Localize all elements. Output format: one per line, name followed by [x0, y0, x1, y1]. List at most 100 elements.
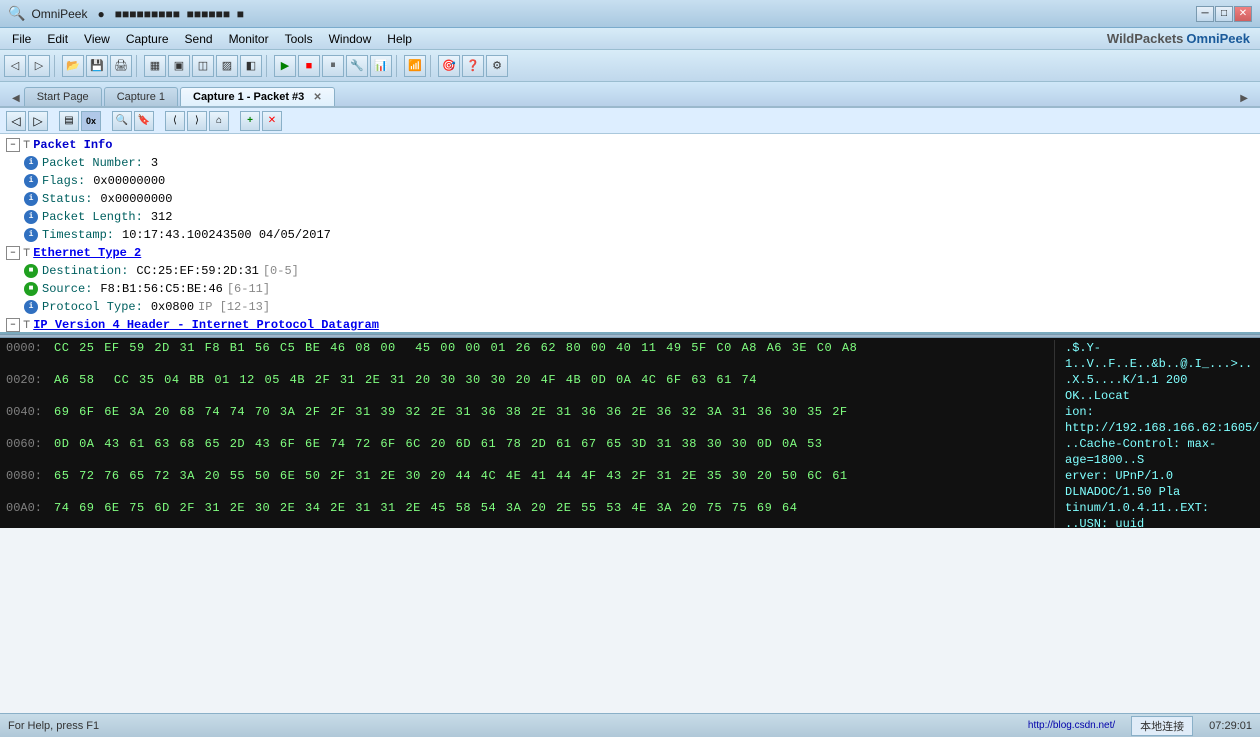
menu-edit[interactable]: Edit	[39, 30, 76, 48]
ip-header[interactable]: − ⊤ IP Version 4 Header - Internet Proto…	[2, 316, 1260, 334]
eth-dest-value: CC:25:EF:59:2D:31	[136, 263, 258, 279]
tb-pause-button[interactable]: ⏸	[322, 55, 344, 77]
tb-print-button[interactable]: 🖨	[110, 55, 132, 77]
tb-config-button[interactable]: ⚙	[486, 55, 508, 77]
ethernet-tree-icon: ⊤	[23, 245, 30, 261]
stb-tree-button[interactable]: ▤	[59, 111, 79, 131]
hex-bytes-00a0: 74 69 6E 75 6D 2F 31 2E 30 2E 34 2E 31 3…	[54, 500, 1054, 528]
hex-panel[interactable]: 0000: CC 25 EF 59 2D 31 F8 B1 56 C5 BE 4…	[0, 338, 1260, 528]
eth-dest-icon: ■	[24, 264, 38, 278]
hex-ascii-0060: ..Cache-Control: max-age=1800..S	[1054, 436, 1254, 468]
eth-proto-extra: IP [12-13]	[198, 299, 270, 315]
flags-icon: i	[24, 174, 38, 188]
stb-add-button[interactable]: +	[240, 111, 260, 131]
menu-window[interactable]: Window	[321, 30, 380, 48]
flags-label: Flags:	[42, 173, 85, 189]
tb-btn-1[interactable]: ▦	[144, 55, 166, 77]
menu-file[interactable]: File	[4, 30, 39, 48]
stb-del-button[interactable]: ✕	[262, 111, 282, 131]
stb-back-button[interactable]: ◁	[6, 111, 26, 131]
eth-proto-icon: i	[24, 300, 38, 314]
eth-src-extra: [6-11]	[227, 281, 270, 297]
menu-tools[interactable]: Tools	[277, 30, 321, 48]
tb-capture-button[interactable]: 🎯	[438, 55, 460, 77]
statusbar-time: 07:29:01	[1209, 720, 1252, 732]
tab-nav-left[interactable]: ◀	[8, 91, 24, 106]
stb-nav-home[interactable]: ⌂	[209, 111, 229, 131]
hex-row-0080: 0080: 65 72 76 65 72 3A 20 55 50 6E 50 2…	[4, 468, 1256, 500]
tab-start-page[interactable]: Start Page	[24, 87, 102, 106]
tb-play-button[interactable]: ▶	[274, 55, 296, 77]
tb-btn-5[interactable]: ◧	[240, 55, 262, 77]
titlebar-controls: ─ □ ✕	[1196, 6, 1252, 22]
tb-help-button[interactable]: ❓	[462, 55, 484, 77]
hex-bytes-0040: 69 6F 6E 3A 20 68 74 74 70 3A 2F 2F 31 3…	[54, 404, 1054, 436]
menu-send[interactable]: Send	[177, 30, 221, 48]
length-value: 312	[151, 209, 173, 225]
status-icon: i	[24, 192, 38, 206]
stb-find-button[interactable]: 🔍	[112, 111, 132, 131]
titlebar-text: OmniPeek ● ■■■■■■■■■ ■■■■■■ ■	[31, 7, 244, 21]
stb-nav-next[interactable]: ⟩	[187, 111, 207, 131]
tb-btn-2[interactable]: ▣	[168, 55, 190, 77]
status-row: i Status: 0x00000000	[20, 190, 1260, 208]
tab-capture-1[interactable]: Capture 1	[104, 87, 178, 106]
packet-info-tree-icon: ⊤	[23, 137, 30, 153]
tb-back-button[interactable]: ◁	[4, 55, 26, 77]
menubar: File Edit View Capture Send Monitor Tool…	[0, 28, 1260, 50]
ip-label[interactable]: IP Version 4 Header - Internet Protocol …	[33, 317, 379, 333]
hex-bytes-0080: 65 72 76 65 72 3A 20 55 50 6E 50 2F 31 2…	[54, 468, 1054, 500]
ethernet-label[interactable]: Ethernet Type 2	[33, 245, 141, 261]
main-area: − ⊤ Packet Info i Packet Number: 3 i Fla…	[0, 134, 1260, 713]
eth-src-label: Source:	[42, 281, 92, 297]
ip-expand-icon[interactable]: −	[6, 318, 20, 332]
minimize-button[interactable]: ─	[1196, 6, 1214, 22]
stb-bookmark-button[interactable]: 🔖	[134, 111, 154, 131]
tab-close-icon[interactable]: ✕	[313, 92, 321, 103]
statusbar-url: http://blog.csdn.net/	[1028, 720, 1115, 731]
menu-monitor[interactable]: Monitor	[221, 30, 277, 48]
tb-btn-3[interactable]: ◫	[192, 55, 214, 77]
tb-stats-button[interactable]: 📊	[370, 55, 392, 77]
hex-ascii-0080: erver: UPnP/1.0 DLNADOC/1.50 Pla	[1054, 468, 1254, 500]
close-button[interactable]: ✕	[1234, 6, 1252, 22]
ethernet-expand-icon[interactable]: −	[6, 246, 20, 260]
packet-number-value: 3	[151, 155, 158, 171]
tb-open-button[interactable]: 📂	[62, 55, 84, 77]
menu-help[interactable]: Help	[379, 30, 420, 48]
tab-nav-right[interactable]: ▶	[1236, 91, 1252, 106]
hex-bytes-0060: 0D 0A 43 61 63 68 65 2D 43 6F 6E 74 72 6…	[54, 436, 1054, 468]
tb-stop-button[interactable]: ■	[298, 55, 320, 77]
statusbar: For Help, press F1 http://blog.csdn.net/…	[0, 713, 1260, 737]
ethernet-section: − ⊤ Ethernet Type 2 ■ Destination: CC:25…	[0, 244, 1260, 316]
eth-dest-label: Destination:	[42, 263, 128, 279]
tb-forward-button[interactable]: ▷	[28, 55, 50, 77]
packet-tree[interactable]: − ⊤ Packet Info i Packet Number: 3 i Fla…	[0, 134, 1260, 334]
hex-row-0000: 0000: CC 25 EF 59 2D 31 F8 B1 56 C5 BE 4…	[4, 340, 1256, 372]
tabbar: ◀ Start Page Capture 1 Capture 1 - Packe…	[0, 82, 1260, 108]
ethernet-header[interactable]: − ⊤ Ethernet Type 2	[2, 244, 1260, 262]
status-value: 0x00000000	[100, 191, 172, 207]
menu-view[interactable]: View	[76, 30, 118, 48]
packet-info-expand-icon[interactable]: −	[6, 138, 20, 152]
maximize-button[interactable]: □	[1215, 6, 1233, 22]
tb-wifi-button[interactable]: 📶	[404, 55, 426, 77]
hex-offset-0020: 0020:	[6, 372, 54, 404]
flags-value: 0x00000000	[93, 173, 165, 189]
packet-number-icon: i	[24, 156, 38, 170]
toolbar-separator-3	[266, 55, 270, 77]
packet-info-header[interactable]: − ⊤ Packet Info	[2, 136, 1260, 154]
eth-proto-row: i Protocol Type: 0x0800 IP [12-13]	[20, 298, 1260, 316]
tab-capture-1-packet-3[interactable]: Capture 1 - Packet #3 ✕	[180, 87, 335, 106]
menu-capture[interactable]: Capture	[118, 30, 177, 48]
tb-filter-button[interactable]: 🔧	[346, 55, 368, 77]
stb-forward-button[interactable]: ▷	[28, 111, 48, 131]
stb-hex-button[interactable]: 0x	[81, 111, 101, 131]
hex-bytes-0020: A6 58 CC 35 04 BB 01 12 05 4B 2F 31 2E 3…	[54, 372, 1054, 404]
eth-proto-label: Protocol Type:	[42, 299, 143, 315]
stb-nav-prev[interactable]: ⟨	[165, 111, 185, 131]
hex-ascii-0040: ion: http://192.168.166.62:1605/	[1054, 404, 1254, 436]
toolbar-separator-1	[54, 55, 58, 77]
tb-btn-4[interactable]: ▨	[216, 55, 238, 77]
tb-save-button[interactable]: 💾	[86, 55, 108, 77]
